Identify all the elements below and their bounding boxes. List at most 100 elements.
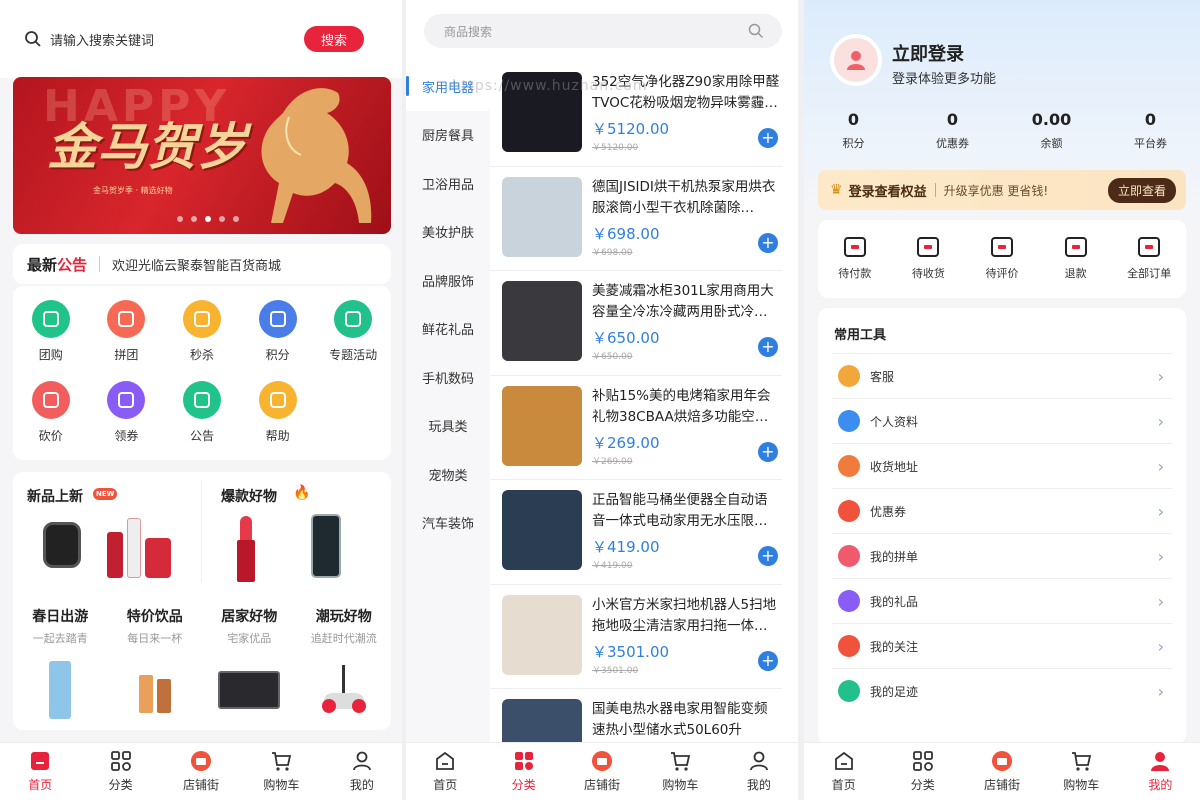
trend-promo[interactable]: 潮玩好物 追赶时代潮流 [297,598,392,728]
tab-home[interactable]: 首页 [406,743,484,800]
grid-item-label: 团购 [38,348,63,362]
tab-category[interactable]: 分类 [80,743,160,800]
order-wallet[interactable]: 待付款 [818,237,892,281]
product-item[interactable]: 正品智能马桶坐便器全自动语音一体式电动家用无水压限… ￥419.00 ￥419.00… [490,480,782,585]
grid-item-notice[interactable]: 公告 [164,381,240,444]
drink-promo[interactable]: 特价饮品 每日来一杯 [108,598,203,728]
grid-item-coupon[interactable]: 领券 [89,381,165,444]
tab-cart[interactable]: 购物车 [641,743,719,800]
add-to-cart-button[interactable]: + [758,650,778,671]
category-sidebar-item[interactable]: 品牌服饰 [406,256,490,305]
view-benefit-button[interactable]: 立即查看 [1107,177,1176,203]
promo-hot-title: 爆款好物 [221,489,277,505]
pagination-dot[interactable] [191,216,197,222]
avatar[interactable] [830,34,882,86]
product-item[interactable]: 美菱减霜冰柜301L家用商用大容量全冷冻冷藏两用卧式冷… ￥650.00 ￥650.… [490,271,782,376]
category-sidebar-label: 卫浴用品 [421,177,474,193]
stat-value: 0.00 [1031,110,1072,129]
category-sidebar-item[interactable]: 玩具类 [406,402,490,451]
outing-promo[interactable]: 春日出游 一起去踏青 [13,598,108,728]
heart-tag-icon [838,635,860,657]
tab-category[interactable]: 分类 [484,743,562,800]
add-to-cart-button[interactable]: + [758,232,778,253]
tab-category[interactable]: 分类 [883,743,962,800]
login-title[interactable]: 立即登录 [892,40,964,66]
grid-item-bookmark[interactable]: 专题活动 [315,300,391,363]
tool-item-group-order[interactable]: 我的拼单 › [832,533,1172,578]
grid-item-flash-sale[interactable]: 秒杀 [164,300,240,363]
golden-horse-image [261,88,372,224]
product-item[interactable]: 小米官方米家扫地机器人5扫地拖地吸尘清洁家用扫拖一体… ￥3501.00 ￥3501… [490,585,782,689]
order-order-list[interactable]: 全部订单 [1112,237,1186,281]
tab-store-street[interactable]: 店铺街 [563,743,641,800]
order-comment[interactable]: 待评价 [965,237,1039,281]
tab-home[interactable]: 首页 [0,743,80,800]
notice-label-red: 公告 [57,255,88,274]
category-sidebar: 家用电器 厨房餐具 卫浴用品 美妆护肤 品牌服饰 鲜花礼品 手机数码 玩具类 宠物类 汽车装饰 [406,62,490,742]
tool-item-footprint[interactable]: 我的足迹 › [832,668,1172,713]
stat-item[interactable]: 0 积分 [804,110,903,151]
order-refund[interactable]: 退款 [1039,237,1113,281]
notice-bar[interactable]: 最新 公告 欢迎光临云聚泰智能百货商城 [13,244,391,284]
tab-cart[interactable]: 购物车 [241,743,321,800]
tab-mine[interactable]: 我的 [1121,743,1200,800]
category-sidebar-item[interactable]: 鲜花礼品 [406,305,490,354]
product-price: ￥5120.00 [592,120,670,138]
search-button[interactable]: 搜索 [304,26,364,52]
grid-item-price-tag[interactable]: 砍价 [13,381,89,444]
tab-store-street[interactable]: 店铺街 [962,743,1041,800]
category-sidebar-item[interactable]: 宠物类 [406,450,490,499]
chevron-right-icon: › [1157,456,1164,476]
grid-item-shopping-bag[interactable]: 团购 [13,300,89,363]
tool-item-gift[interactable]: 我的礼品 › [832,578,1172,623]
product-item[interactable]: 补贴15%美的电烤箱家用年会礼物38CBAA烘焙多功能空… ￥269.00 ￥269… [490,376,782,480]
order-truck[interactable]: 待收货 [892,237,966,281]
store-icon [591,750,613,772]
tab-home[interactable]: 首页 [804,743,883,800]
stat-item[interactable]: 0 优惠券 [903,110,1002,151]
category-sidebar-item[interactable]: 美妆护肤 [406,208,490,257]
product-item[interactable]: 德国JISIDI烘干机热泵家用烘衣服滚筒小型干衣机除菌除… ￥698.00 ￥698… [490,167,782,271]
category-screen: 商品搜索 家用电器 厨房餐具 卫浴用品 美妆护肤 品牌服饰 鲜花礼品 手机数码 玩具类 宠物类汽… [406,0,798,800]
search-icon[interactable] [748,23,764,39]
pagination-dot-active[interactable] [205,216,211,222]
product-title: 补贴15%美的电烤箱家用年会礼物38CBAA烘焙多功能空… [592,387,771,425]
pagination-dot[interactable] [233,216,239,222]
stat-item[interactable]: 0 平台券 [1101,110,1200,151]
promo-new-card[interactable]: 新品上新 NEW [13,472,201,588]
grid-item-group-buy[interactable]: 拼团 [89,300,165,363]
benefit-banner[interactable]: ♛ 登录查看权益 升级享优惠 更省钱! 立即查看 [818,170,1186,210]
tool-item-service[interactable]: 客服 › [832,353,1172,398]
tool-item-location[interactable]: 收货地址 › [832,443,1172,488]
category-sidebar-item[interactable]: 卫浴用品 [406,159,490,208]
promo-banner[interactable]: HAPPY 金马贺岁 金马贺岁季 · 精选好物 [13,77,391,234]
category-sidebar-item[interactable]: 厨房餐具 [406,111,490,160]
search-bar[interactable]: 请输入搜索关键词 [24,26,284,52]
add-to-cart-button[interactable]: + [758,441,778,462]
promo-title: 潮玩好物 [315,609,372,625]
add-to-cart-button[interactable]: + [758,546,778,566]
home-goods-promo[interactable]: 居家好物 宅家优品 [202,598,297,728]
order-label: 待付款 [838,267,872,280]
add-to-cart-button[interactable]: + [758,128,778,148]
pagination-dot[interactable] [177,216,183,222]
stat-item[interactable]: 0.00 余额 [1002,110,1101,151]
tool-item-heart-tag[interactable]: 我的关注 › [832,623,1172,668]
promo-hot-card[interactable]: 爆款好物 🔥 [207,472,391,588]
grid-item-help[interactable]: 帮助 [240,381,316,444]
tab-store-street[interactable]: 店铺街 [161,743,241,800]
add-to-cart-button[interactable]: + [758,337,778,357]
category-sidebar-item[interactable]: 手机数码 [406,353,490,402]
tool-item-coupon[interactable]: 优惠券 › [832,488,1172,533]
tool-item-profile-card[interactable]: 个人资料 › [832,398,1172,443]
tab-cart[interactable]: 购物车 [1042,743,1121,800]
grid-item-medal[interactable]: 积分 [240,300,316,363]
tab-mine[interactable]: 我的 [322,743,402,800]
category-sidebar-item[interactable]: 汽车装饰 [406,499,490,548]
product-item[interactable]: 国美电热水器电家用智能变频速热小型储水式50L60升80L… [490,689,782,742]
tab-mine[interactable]: 我的 [720,743,798,800]
pagination-dot[interactable] [219,216,225,222]
product-thumbnail [502,385,582,466]
category-search-bar[interactable]: 商品搜索 [424,14,782,48]
user-avatar-icon [847,51,865,70]
